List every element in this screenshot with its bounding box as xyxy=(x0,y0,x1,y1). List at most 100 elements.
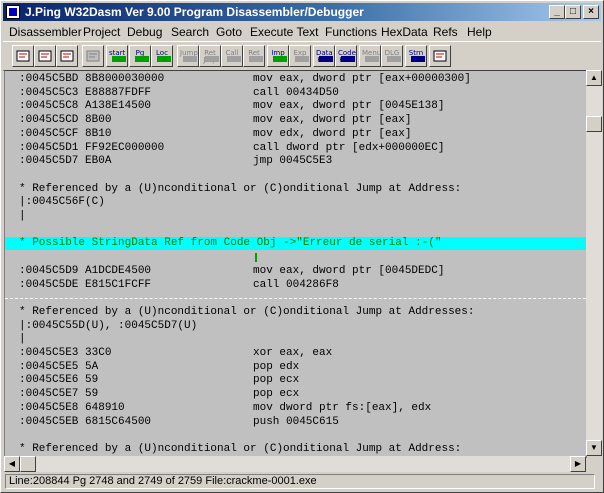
listing-line[interactable] xyxy=(5,224,586,237)
listing-line[interactable] xyxy=(5,169,586,182)
save-file-button[interactable] xyxy=(34,45,56,67)
listing-line[interactable]: * Referenced by a (U)nconditional or (C)… xyxy=(5,183,586,196)
disassembly-listing[interactable]: :0045C5BD 8B8000030000 mov eax, dword ptr… xyxy=(4,70,587,458)
cursor-marker xyxy=(255,253,257,263)
menu-bar: Disassembler Project Debug Search Goto E… xyxy=(3,22,601,41)
goto-program-entry-swatch xyxy=(112,56,126,62)
listing-line[interactable]: :0045C5DE E815C1FCFF call 004286F8 xyxy=(5,279,586,292)
listing-instruction: pop edx xyxy=(253,360,300,373)
open-folder-icon xyxy=(15,48,31,64)
goto-code-location-button[interactable]: Loc xyxy=(151,45,173,67)
return-from-jump-swatch xyxy=(205,56,219,62)
flashlight-start-icon: start xyxy=(109,48,126,64)
listing-line[interactable]: :0045C5C3 E88887FDFF call 00434D50 xyxy=(5,87,586,100)
call-icon: Call xyxy=(224,48,241,64)
listing-line[interactable]: :0045C5D1 FF92EC000000 call dword ptr [ed… xyxy=(5,142,586,155)
menu-execute-text[interactable]: Execute Text xyxy=(250,25,318,39)
listing-line[interactable]: :0045C5D7 EB0A jmp 0045C5E3 xyxy=(5,155,586,168)
title-bar[interactable]: J.Ping W32Dasm Ver 9.00 Program Disassem… xyxy=(3,3,601,21)
listing-address: :0045C5C8 A138E14500 xyxy=(19,100,152,113)
printer-icon xyxy=(432,48,448,64)
menu-debug[interactable]: Debug xyxy=(127,25,162,39)
menu-project[interactable]: Project xyxy=(83,25,120,39)
menu-refs[interactable]: Refs xyxy=(433,25,458,39)
listing-line[interactable]: :0045C5E5 5A pop edx xyxy=(5,361,586,374)
listing-line[interactable] xyxy=(5,429,586,442)
vertical-scrollbar[interactable]: ▲ ▼ xyxy=(586,70,602,456)
scroll-left-button[interactable]: ◀ xyxy=(4,456,20,472)
listing-line[interactable]: :0045C5E3 33C0 xor eax, eax xyxy=(5,347,586,360)
listing-instruction: call 00434D50 xyxy=(253,86,339,99)
listing-line[interactable]: * Referenced by a (U)nconditional or (C)… xyxy=(5,443,586,456)
listing-line[interactable]: :0045C5E8 648910 mov dword ptr fs:[eax], … xyxy=(5,402,586,415)
menu-goto[interactable]: Goto xyxy=(216,25,242,39)
listing-line[interactable]: :0045C5CF 8B10 mov edx, dword ptr [eax] xyxy=(5,128,586,141)
listing-line[interactable]: :0045C5CD 8B00 mov eax, dword ptr [eax] xyxy=(5,114,586,127)
listing-address: :0045C5EB 6815C64500 xyxy=(19,415,152,428)
listing-line[interactable]: | xyxy=(5,210,586,223)
main-window: J.Ping W32Dasm Ver 9.00 Program Disassem… xyxy=(0,0,604,493)
print-button[interactable] xyxy=(429,45,451,67)
return-from-call-button[interactable]: Ret xyxy=(243,45,265,67)
dialog-refs-icon: DLG Ref xyxy=(384,48,401,64)
string-refs-swatch xyxy=(411,56,425,62)
jump-to-icon: Jump To xyxy=(180,48,198,64)
listing-instruction: xor eax, eax xyxy=(253,347,333,359)
imports-button[interactable]: Imp Fn xyxy=(267,45,289,67)
listing-address: :0045C5D1 FF92EC000000 xyxy=(19,141,165,154)
listing-line[interactable]: |:0045C55D(U), :0045C5D7(U) xyxy=(5,320,586,333)
dialog-refs-swatch xyxy=(387,56,401,62)
return-call-icon: Ret xyxy=(246,48,263,64)
listing-instruction: call dword ptr [edx+000000EC] xyxy=(253,141,445,154)
close-button[interactable]: × xyxy=(583,5,599,19)
data-hex-icon: Data Hex xyxy=(316,48,333,64)
open-file-button[interactable] xyxy=(12,45,34,67)
data-hex-button[interactable]: Data Hex xyxy=(313,45,335,67)
execute-call-button[interactable]: Call xyxy=(221,45,243,67)
exports-swatch xyxy=(295,56,309,62)
menu-hexdata[interactable]: HexData xyxy=(381,25,428,39)
horizontal-scroll-thumb[interactable] xyxy=(20,456,36,472)
goto-step-back-button[interactable] xyxy=(82,45,104,67)
menu-refs-swatch xyxy=(365,56,379,62)
goto-page-button[interactable]: Pg xyxy=(129,45,151,67)
scroll-right-button[interactable]: ▶ xyxy=(570,456,586,472)
exports-button[interactable]: Exp Fn xyxy=(289,45,311,67)
goto-program-entry-button[interactable]: start xyxy=(106,45,128,67)
listing-address: :0045C5E6 59 xyxy=(19,374,99,387)
scroll-down-button[interactable]: ▼ xyxy=(586,440,602,456)
listing-line[interactable]: :0045C5E7 59 pop ecx xyxy=(5,388,586,401)
listing-line[interactable]: :0045C5BD 8B8000030000 mov eax, dword ptr… xyxy=(5,73,586,86)
listing-line[interactable]: :0045C5D9 A1DCDE4500 mov eax, dword ptr [… xyxy=(5,265,586,278)
listing-line[interactable] xyxy=(5,251,586,264)
string-refs-button[interactable]: Strn Ref xyxy=(405,45,427,67)
return-from-jump-button[interactable]: Ret Jmp xyxy=(199,45,221,67)
maximize-button[interactable]: □ xyxy=(565,5,581,19)
menu-disassembler[interactable]: Disassembler xyxy=(9,25,82,39)
menu-search[interactable]: Search xyxy=(171,25,209,39)
menu-help[interactable]: Help xyxy=(467,25,492,39)
open-folder-icon-graphic xyxy=(16,50,30,62)
app-icon[interactable] xyxy=(6,5,20,19)
code-hex-button[interactable]: Code Hex xyxy=(335,45,357,67)
menu-refs-button[interactable]: Menu Ref xyxy=(359,45,381,67)
code-hex-icon: Code Hex xyxy=(338,48,356,64)
imports-icon: Imp Fn xyxy=(270,48,287,64)
execute-jump-button[interactable]: Jump To xyxy=(177,45,199,67)
find-text-button[interactable] xyxy=(56,45,78,67)
listing-line[interactable]: | xyxy=(5,333,586,346)
listing-address: |:0045C55D(U), :0045C5D7(U) xyxy=(19,319,198,332)
scroll-up-button[interactable]: ▲ xyxy=(586,70,602,86)
listing-line[interactable]: :0045C5EB 6815C64500 push 0045C615 xyxy=(5,416,586,429)
listing-line[interactable]: |:0045C56F(C) xyxy=(5,196,586,209)
listing-line[interactable]: :0045C5C8 A138E14500 mov eax, dword ptr [… xyxy=(5,100,586,113)
menu-functions[interactable]: Functions xyxy=(325,25,377,39)
minimize-button[interactable]: _ xyxy=(549,5,565,19)
dialog-refs-button[interactable]: DLG Ref xyxy=(381,45,403,67)
data-hex-swatch xyxy=(319,56,333,62)
horizontal-scrollbar[interactable]: ◀ ▶ xyxy=(4,456,586,472)
listing-line[interactable]: * Referenced by a (U)nconditional or (C)… xyxy=(5,306,586,319)
vertical-scroll-thumb[interactable] xyxy=(586,116,602,133)
highlighted-listing-line[interactable]: * Possible StringData Ref from Code Obj … xyxy=(5,237,586,251)
listing-line[interactable]: :0045C5E6 59 pop ecx xyxy=(5,374,586,387)
